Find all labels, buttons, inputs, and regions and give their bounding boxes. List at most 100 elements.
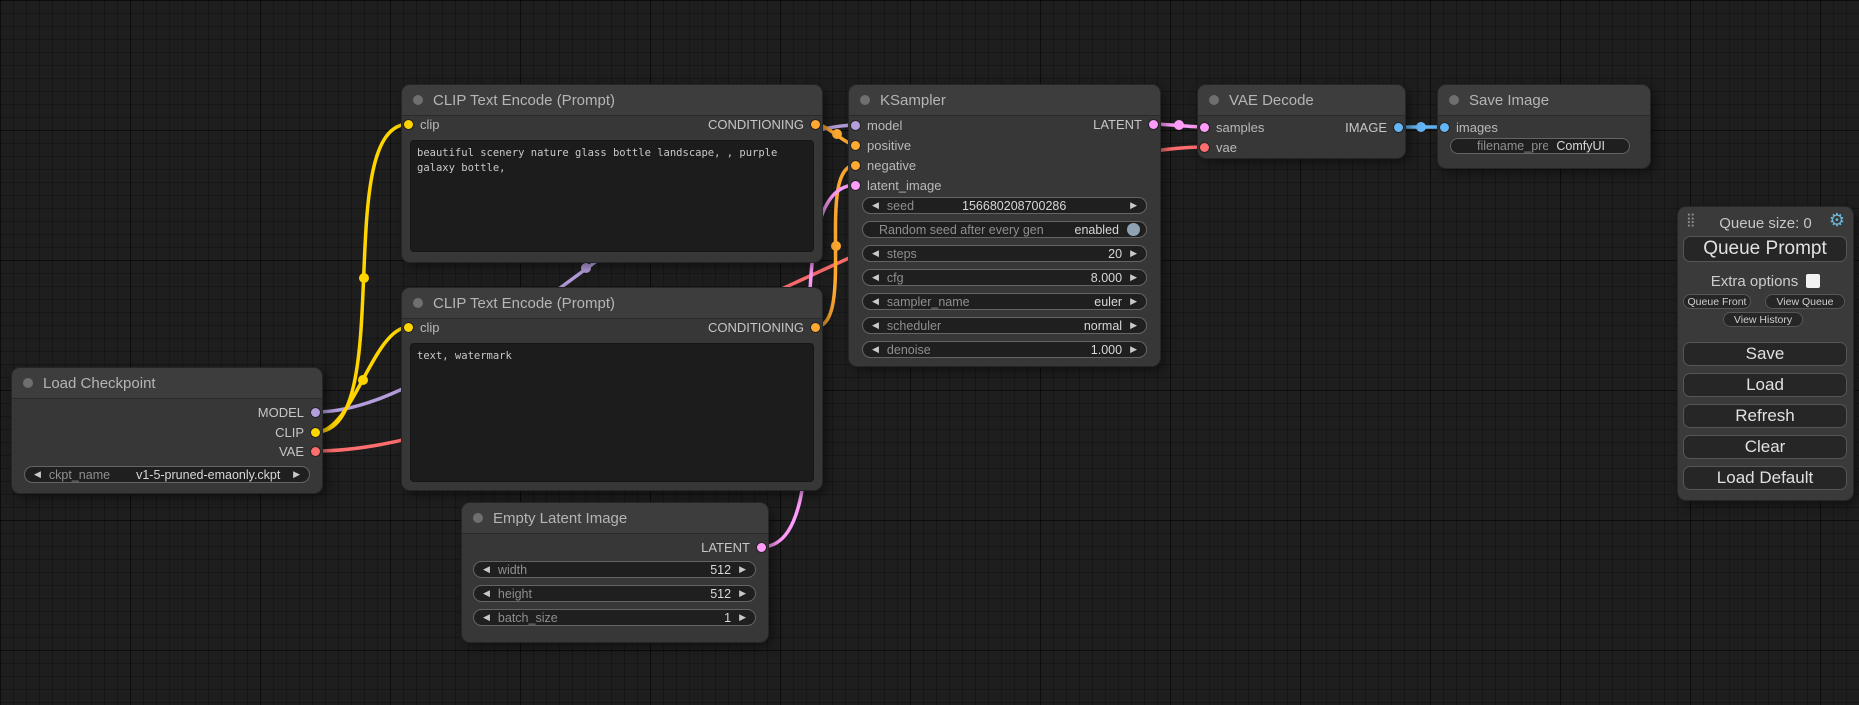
decrement-arrow-icon[interactable]: ◀ xyxy=(483,589,490,598)
clip-input-dot[interactable] xyxy=(404,120,413,129)
prompt-textarea[interactable]: beautiful scenery nature glass bottle la… xyxy=(410,140,814,252)
conditioning-input-dot[interactable] xyxy=(851,161,860,170)
node-load-checkpoint[interactable]: Load Checkpoint MODEL CLIP VAE ◀ ckpt_na… xyxy=(12,368,322,493)
denoise-widget[interactable]: ◀ denoise 1.000 ▶ xyxy=(862,341,1147,358)
increment-arrow-icon[interactable]: ▶ xyxy=(293,470,300,479)
steps-widget[interactable]: ◀ steps 20 ▶ xyxy=(862,245,1147,262)
decrement-arrow-icon[interactable]: ◀ xyxy=(483,613,490,622)
latent-input-dot[interactable] xyxy=(1200,123,1209,132)
node-clip-text-encode-positive[interactable]: CLIP Text Encode (Prompt) clip CONDITION… xyxy=(402,85,822,262)
load-button[interactable]: Load xyxy=(1683,373,1847,397)
widget-value[interactable]: 1.000 xyxy=(1091,343,1122,357)
collapse-dot-icon[interactable] xyxy=(473,513,483,523)
widget-value[interactable]: 1 xyxy=(724,611,731,625)
collapse-dot-icon[interactable] xyxy=(1209,95,1219,105)
decrement-arrow-icon[interactable]: ◀ xyxy=(872,249,879,258)
widget-value[interactable]: ComfyUI xyxy=(1556,139,1605,153)
node-title: CLIP Text Encode (Prompt) xyxy=(433,92,615,109)
batch-size-widget[interactable]: ◀ batch_size 1 ▶ xyxy=(473,609,756,626)
decrement-arrow-icon[interactable]: ◀ xyxy=(872,321,879,330)
clip-output-dot[interactable] xyxy=(311,428,320,437)
widget-value[interactable]: euler xyxy=(1094,295,1122,309)
clip-input-dot[interactable] xyxy=(404,323,413,332)
queue-prompt-button[interactable]: Queue Prompt xyxy=(1683,236,1847,262)
toggle-enabled-icon[interactable] xyxy=(1127,223,1140,236)
node-ksampler[interactable]: KSampler model positive negative latent_… xyxy=(849,85,1160,366)
increment-arrow-icon[interactable]: ▶ xyxy=(739,565,746,574)
settings-gear-icon[interactable]: ⚙ xyxy=(1829,211,1845,229)
widget-label: Random seed after every gen xyxy=(879,223,1044,237)
cfg-widget[interactable]: ◀ cfg 8.000 ▶ xyxy=(862,269,1147,286)
latent-output-dot[interactable] xyxy=(1149,120,1158,129)
decrement-arrow-icon[interactable]: ◀ xyxy=(872,345,879,354)
decrement-arrow-icon[interactable]: ◀ xyxy=(872,273,879,282)
widget-label: batch_size xyxy=(498,611,558,625)
widget-value[interactable]: 512 xyxy=(710,587,731,601)
increment-arrow-icon[interactable]: ▶ xyxy=(1130,273,1137,282)
sampler-name-widget[interactable]: ◀ sampler_name euler ▶ xyxy=(862,293,1147,310)
collapse-dot-icon[interactable] xyxy=(860,95,870,105)
extra-options-checkbox[interactable] xyxy=(1806,274,1820,288)
node-empty-latent-image[interactable]: Empty Latent Image LATENT ◀ width 512 ▶ … xyxy=(462,503,768,642)
clear-button[interactable]: Clear xyxy=(1683,435,1847,459)
node-titlebar[interactable]: KSampler xyxy=(849,85,1160,116)
queue-front-button[interactable]: Queue Front xyxy=(1683,294,1751,309)
increment-arrow-icon[interactable]: ▶ xyxy=(1130,297,1137,306)
increment-arrow-icon[interactable]: ▶ xyxy=(739,613,746,622)
collapse-dot-icon[interactable] xyxy=(1449,95,1459,105)
slot-label: CLIP xyxy=(275,425,304,440)
node-titlebar[interactable]: Empty Latent Image xyxy=(462,503,768,534)
ckpt-name-widget[interactable]: ◀ ckpt_name v1-5-pruned-emaonly.ckpt ▶ xyxy=(24,466,310,483)
decrement-arrow-icon[interactable]: ◀ xyxy=(483,565,490,574)
filename-prefix-widget[interactable]: filename_prefix ComfyUI xyxy=(1450,138,1630,154)
node-save-image[interactable]: Save Image images filename_prefix ComfyU… xyxy=(1438,85,1650,168)
increment-arrow-icon[interactable]: ▶ xyxy=(739,589,746,598)
increment-arrow-icon[interactable]: ▶ xyxy=(1130,249,1137,258)
widget-value[interactable]: 8.000 xyxy=(1091,271,1122,285)
widget-value[interactable]: normal xyxy=(1084,319,1122,333)
decrement-arrow-icon[interactable]: ◀ xyxy=(34,470,41,479)
collapse-dot-icon[interactable] xyxy=(413,95,423,105)
random-seed-toggle-widget[interactable]: Random seed after every gen enabled xyxy=(862,221,1147,238)
scheduler-widget[interactable]: ◀ scheduler normal ▶ xyxy=(862,317,1147,334)
node-clip-text-encode-negative[interactable]: CLIP Text Encode (Prompt) clip CONDITION… xyxy=(402,288,822,490)
widget-value[interactable]: 20 xyxy=(1108,247,1122,261)
vae-input-dot[interactable] xyxy=(1200,143,1209,152)
latent-output-dot[interactable] xyxy=(757,543,766,552)
view-history-button[interactable]: View History xyxy=(1723,312,1803,327)
save-button[interactable]: Save xyxy=(1683,342,1847,366)
prompt-textarea[interactable]: text, watermark xyxy=(410,343,814,482)
node-titlebar[interactable]: Load Checkpoint xyxy=(12,368,322,399)
model-input-dot[interactable] xyxy=(851,121,860,130)
conditioning-output-dot[interactable] xyxy=(811,120,820,129)
increment-arrow-icon[interactable]: ▶ xyxy=(1130,345,1137,354)
width-widget[interactable]: ◀ width 512 ▶ xyxy=(473,561,756,578)
seed-widget[interactable]: ◀ seed 156680208700286 ▶ xyxy=(862,197,1147,214)
node-titlebar[interactable]: Save Image xyxy=(1438,85,1650,116)
image-output-dot[interactable] xyxy=(1394,123,1403,132)
view-queue-button[interactable]: View Queue xyxy=(1765,294,1845,309)
collapse-dot-icon[interactable] xyxy=(413,298,423,308)
increment-arrow-icon[interactable]: ▶ xyxy=(1130,201,1137,210)
increment-arrow-icon[interactable]: ▶ xyxy=(1130,321,1137,330)
collapse-dot-icon[interactable] xyxy=(23,378,33,388)
widget-value[interactable]: v1-5-pruned-emaonly.ckpt xyxy=(136,468,280,482)
height-widget[interactable]: ◀ height 512 ▶ xyxy=(473,585,756,602)
decrement-arrow-icon[interactable]: ◀ xyxy=(872,297,879,306)
input-slot-clip: clip xyxy=(404,117,440,131)
refresh-button[interactable]: Refresh xyxy=(1683,404,1847,428)
load-default-button[interactable]: Load Default xyxy=(1683,466,1847,490)
latent-input-dot[interactable] xyxy=(851,181,860,190)
conditioning-output-dot[interactable] xyxy=(811,323,820,332)
widget-value[interactable]: 512 xyxy=(710,563,731,577)
vae-output-dot[interactable] xyxy=(311,447,320,456)
decrement-arrow-icon[interactable]: ◀ xyxy=(872,201,879,210)
node-vae-decode[interactable]: VAE Decode samples vae IMAGE xyxy=(1198,85,1405,158)
image-input-dot[interactable] xyxy=(1440,123,1449,132)
node-titlebar[interactable]: VAE Decode xyxy=(1198,85,1405,116)
widget-value[interactable]: 156680208700286 xyxy=(962,199,1066,213)
node-titlebar[interactable]: CLIP Text Encode (Prompt) xyxy=(402,288,822,319)
node-titlebar[interactable]: CLIP Text Encode (Prompt) xyxy=(402,85,822,116)
model-output-dot[interactable] xyxy=(311,408,320,417)
conditioning-input-dot[interactable] xyxy=(851,141,860,150)
